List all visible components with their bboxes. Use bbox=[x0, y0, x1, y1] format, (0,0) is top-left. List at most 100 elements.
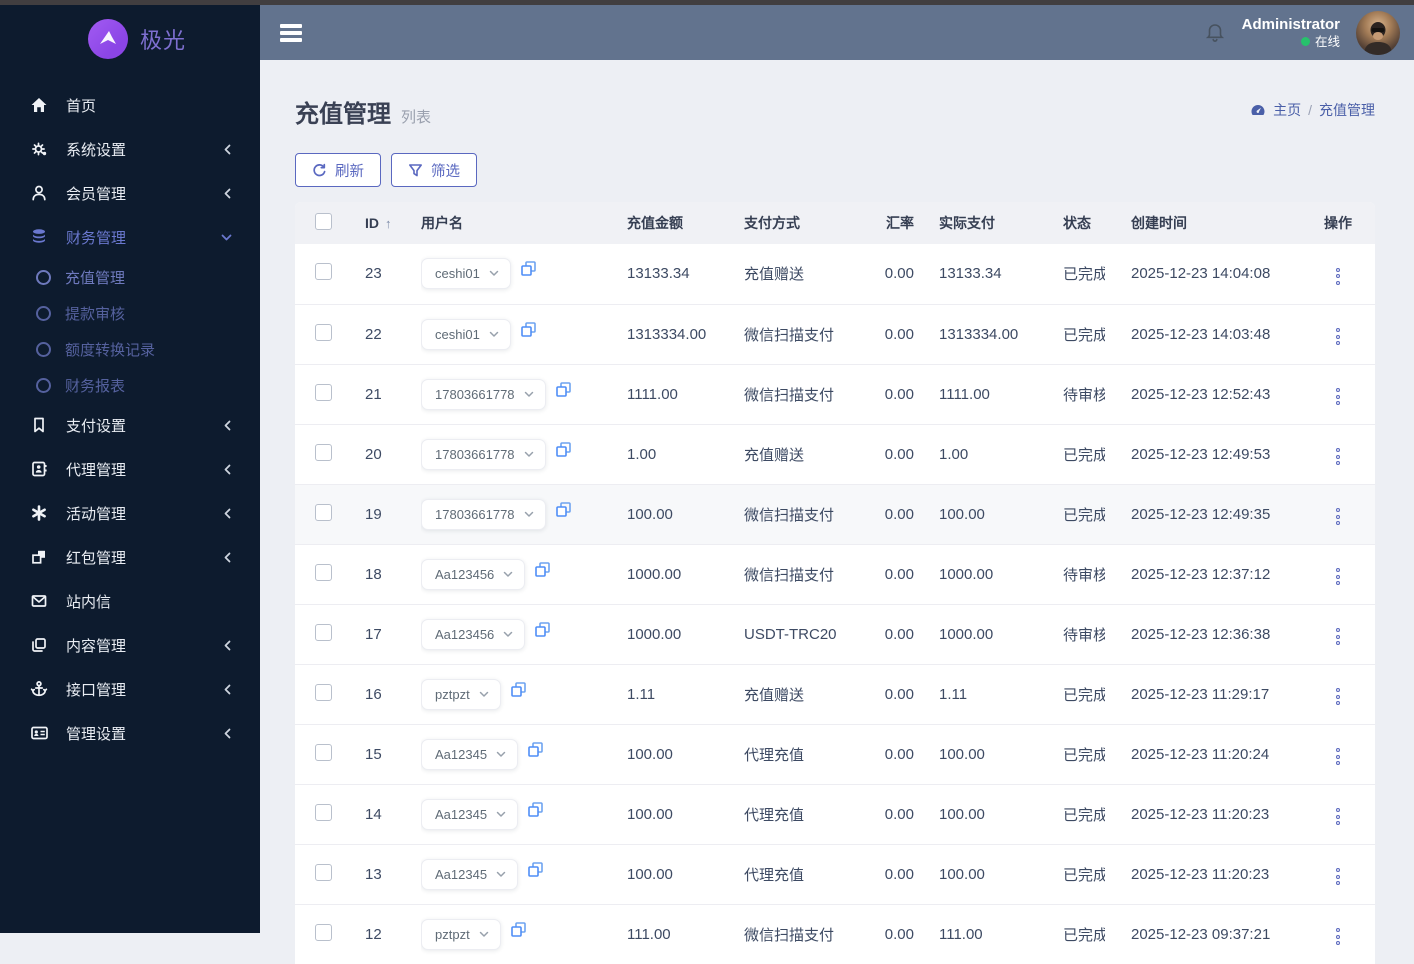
copy-icon[interactable] bbox=[555, 381, 572, 398]
col-header-actual: 实际支付 bbox=[939, 215, 995, 231]
cell-actual: 1313334.00 bbox=[939, 325, 1019, 343]
row-actions-menu[interactable] bbox=[1332, 804, 1344, 829]
sidebar-item-redpacket-management[interactable]: 红包管理 bbox=[0, 535, 260, 579]
row-actions-menu[interactable] bbox=[1332, 864, 1344, 889]
copy-icon[interactable] bbox=[510, 681, 527, 698]
sidebar-item-home[interactable]: 首页 bbox=[0, 83, 260, 127]
row-actions-menu[interactable] bbox=[1332, 324, 1344, 349]
sidebar-item-activity-management[interactable]: 活动管理 bbox=[0, 491, 260, 535]
row-actions-menu[interactable] bbox=[1332, 504, 1344, 529]
sidebar-item-member-management[interactable]: 会员管理 bbox=[0, 171, 260, 215]
copy-icon[interactable] bbox=[510, 921, 527, 938]
home-icon bbox=[30, 96, 50, 114]
cell-time: 2025-12-23 12:49:53 bbox=[1131, 445, 1271, 463]
cell-amount: 1111.00 bbox=[627, 385, 678, 403]
sidebar-subitem-quota-conversion-records[interactable]: 额度转换记录 bbox=[0, 331, 260, 367]
username-dropdown[interactable]: pztpzt bbox=[421, 678, 501, 710]
copy-icon[interactable] bbox=[527, 741, 544, 758]
breadcrumb-home-link[interactable]: 主页 bbox=[1273, 100, 1301, 120]
username-dropdown[interactable]: ceshi01 bbox=[421, 258, 511, 290]
sidebar-subitem-financial-reports[interactable]: 财务报表 bbox=[0, 367, 260, 403]
sidebar-item-system-settings[interactable]: 系统设置 bbox=[0, 127, 260, 171]
brand[interactable]: 极光 bbox=[0, 5, 260, 69]
username-dropdown[interactable]: Aa123456 bbox=[421, 618, 526, 650]
row-actions-menu[interactable] bbox=[1332, 684, 1344, 709]
chevron-left-icon bbox=[223, 552, 232, 563]
breadcrumb-separator: / bbox=[1308, 102, 1312, 118]
row-checkbox[interactable] bbox=[315, 503, 332, 521]
cell-status: 已完成 bbox=[1063, 686, 1105, 704]
chevron-left-icon bbox=[223, 464, 232, 475]
cell-actual: 100.00 bbox=[939, 745, 985, 763]
row-checkbox[interactable] bbox=[315, 623, 332, 641]
row-checkbox[interactable] bbox=[315, 803, 332, 821]
circle-bullet-icon bbox=[36, 305, 51, 321]
row-checkbox[interactable] bbox=[315, 443, 332, 461]
row-checkbox[interactable] bbox=[315, 863, 332, 881]
username-dropdown[interactable]: 17803661778 bbox=[421, 378, 546, 410]
row-checkbox[interactable] bbox=[315, 743, 332, 761]
sidebar-item-content-management[interactable]: 内容管理 bbox=[0, 623, 260, 667]
sidebar-item-finance-management[interactable]: 财务管理 bbox=[0, 215, 260, 259]
sidebar-subitem-recharge-management[interactable]: 充值管理 bbox=[0, 259, 260, 295]
row-checkbox[interactable] bbox=[315, 263, 332, 281]
cell-method: 充值赠送 bbox=[744, 266, 805, 284]
bell-icon[interactable] bbox=[1204, 21, 1226, 45]
table-row: 14 Aa12345 100.00 代理充值 0.00 100.00 已完成 2… bbox=[295, 784, 1375, 844]
username-dropdown[interactable]: 17803661778 bbox=[421, 438, 546, 470]
sidebar-toggle-button[interactable] bbox=[280, 23, 302, 42]
row-checkbox[interactable] bbox=[315, 923, 332, 941]
sidebar-item-agent-management[interactable]: 代理管理 bbox=[0, 447, 260, 491]
row-actions-menu[interactable] bbox=[1332, 384, 1344, 409]
sidebar-item-payment-settings[interactable]: 支付设置 bbox=[0, 403, 260, 447]
sidebar-item-interface-management[interactable]: 接口管理 bbox=[0, 667, 260, 711]
filter-button[interactable]: 筛选 bbox=[391, 153, 477, 187]
cell-rate: 0.00 bbox=[884, 445, 914, 463]
username-dropdown[interactable]: Aa123456 bbox=[421, 558, 526, 590]
copy-icon[interactable] bbox=[520, 260, 537, 277]
row-actions-menu[interactable] bbox=[1332, 624, 1344, 649]
page-head: 充值管理 列表 主页 / 充值管理 bbox=[295, 94, 1375, 129]
username-dropdown[interactable]: ceshi01 bbox=[421, 318, 511, 350]
row-checkbox[interactable] bbox=[315, 323, 332, 341]
cell-rate: 0.00 bbox=[884, 745, 914, 763]
username-dropdown[interactable]: pztpzt bbox=[421, 918, 501, 950]
col-header-id[interactable]: ID ↑ bbox=[365, 202, 421, 244]
copy-icon[interactable] bbox=[520, 321, 537, 338]
row-checkbox[interactable] bbox=[315, 383, 332, 401]
dashboard-icon bbox=[1250, 103, 1266, 117]
user-menu[interactable]: Administrator 在线 bbox=[1242, 16, 1340, 50]
row-actions-menu[interactable] bbox=[1332, 264, 1344, 289]
username-dropdown[interactable]: Aa12345 bbox=[421, 738, 519, 770]
username-dropdown[interactable]: Aa12345 bbox=[421, 858, 519, 890]
sidebar-item-admin-settings[interactable]: 管理设置 bbox=[0, 711, 260, 755]
row-checkbox[interactable] bbox=[315, 563, 332, 581]
copy-icon[interactable] bbox=[534, 621, 551, 638]
row-actions-menu[interactable] bbox=[1332, 744, 1344, 769]
avatar[interactable] bbox=[1356, 10, 1400, 55]
cell-amount: 111.00 bbox=[627, 925, 671, 943]
copy-icon[interactable] bbox=[534, 561, 551, 578]
cell-id: 15 bbox=[365, 745, 382, 763]
row-actions-menu[interactable] bbox=[1332, 564, 1344, 589]
row-actions-menu[interactable] bbox=[1332, 924, 1344, 949]
copy-icon[interactable] bbox=[555, 441, 572, 458]
row-actions-menu[interactable] bbox=[1332, 444, 1344, 469]
sidebar-subitem-withdrawal-review[interactable]: 提款审核 bbox=[0, 295, 260, 331]
username-dropdown[interactable]: 17803661778 bbox=[421, 498, 546, 530]
table-body: 23 ceshi01 13133.34 充值赠送 0.00 13133.34 已… bbox=[295, 244, 1375, 964]
copy-icon[interactable] bbox=[527, 861, 544, 878]
row-checkbox[interactable] bbox=[315, 683, 332, 701]
chevron-down-icon bbox=[496, 751, 506, 758]
cell-actual: 1.11 bbox=[939, 685, 968, 703]
cell-time: 2025-12-23 14:04:08 bbox=[1131, 265, 1271, 283]
select-all-checkbox[interactable] bbox=[315, 213, 332, 230]
sidebar-item-site-messages[interactable]: 站内信 bbox=[0, 579, 260, 623]
copy-icon[interactable] bbox=[527, 801, 544, 818]
breadcrumb-current[interactable]: 充值管理 bbox=[1319, 100, 1375, 120]
refresh-button[interactable]: 刷新 bbox=[295, 153, 381, 187]
cell-amount: 100.00 bbox=[627, 865, 673, 883]
copy-icon[interactable] bbox=[555, 501, 572, 518]
cell-id: 21 bbox=[365, 385, 382, 403]
username-dropdown[interactable]: Aa12345 bbox=[421, 798, 519, 830]
